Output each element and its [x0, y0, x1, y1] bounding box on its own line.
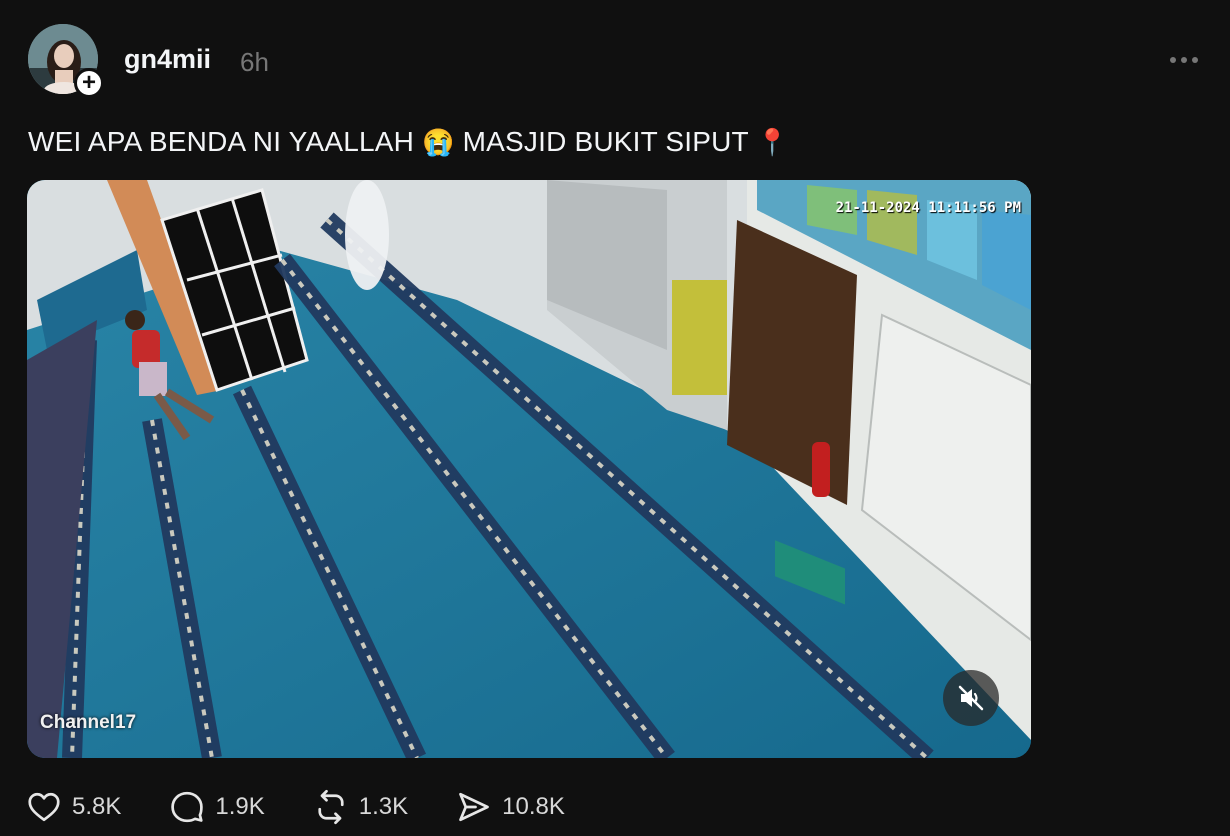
caption-location: MASJID BUKIT SIPUT — [462, 126, 749, 157]
follow-plus-icon[interactable]: + — [74, 68, 104, 98]
caption-text: WEI APA BENDA NI YAALLAH — [28, 126, 415, 157]
username[interactable]: gn4mii — [124, 44, 211, 75]
more-options-button[interactable] — [1164, 46, 1204, 74]
video-watermark: Channel17 — [40, 712, 137, 733]
post-caption: WEI APA BENDA NI YAALLAH 😭 MASJID BUKIT … — [28, 126, 789, 158]
repost-button[interactable]: 1.3K — [313, 789, 408, 825]
heart-icon — [28, 792, 60, 822]
cctv-timestamp: 21-11-2024 11:11:56 PM — [835, 200, 1021, 216]
avatar[interactable]: + — [28, 24, 104, 98]
action-bar: 5.8K 1.9K 1.3K 10.8K — [26, 786, 613, 828]
repost-count: 1.3K — [358, 793, 409, 820]
speaker-muted-icon — [958, 685, 984, 711]
reply-count: 1.9K — [215, 793, 265, 820]
post-timestamp: 6h — [240, 47, 269, 77]
cctv-video-frame — [27, 180, 1031, 758]
like-count: 5.8K — [72, 793, 122, 820]
share-button[interactable]: 10.8K — [456, 789, 565, 825]
mute-button[interactable] — [943, 670, 999, 726]
repost-arrows-icon — [318, 789, 344, 825]
send-icon — [459, 792, 489, 822]
more-horizontal-icon — [1170, 57, 1176, 63]
thread-post: + gn4mii 6h WEI APA BENDA NI YAALLAH 😭 M… — [0, 0, 1230, 836]
like-button[interactable]: 5.8K — [26, 789, 121, 825]
crying-face-emoji: 😭 — [422, 127, 455, 157]
pin-emoji: 📍 — [756, 127, 789, 157]
reply-button[interactable]: 1.9K — [169, 789, 265, 825]
speech-bubble-icon — [171, 791, 204, 823]
video-player[interactable]: 21-11-2024 11:11:56 PM Channel17 — [27, 180, 1031, 758]
share-count: 10.8K — [502, 793, 565, 820]
